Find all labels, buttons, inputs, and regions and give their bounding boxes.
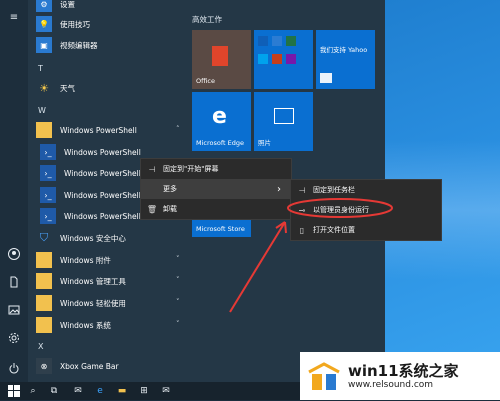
search-icon[interactable]: ⌕ xyxy=(27,385,39,397)
watermark-title: win11系统之家 xyxy=(348,361,459,380)
watermark-url: www.relsound.com xyxy=(348,379,434,390)
highlight-ellipse xyxy=(287,198,393,218)
store-taskbar-icon[interactable]: ⊞ xyxy=(138,385,150,397)
watermark-logo-icon xyxy=(306,358,342,394)
mail-taskbar-icon[interactable]: ✉ xyxy=(160,385,172,397)
watermark-text: win11系统之家 www.relsound.com xyxy=(348,361,459,390)
windows-start-icon[interactable] xyxy=(8,385,20,397)
file-explorer-icon[interactable]: ▬ xyxy=(116,385,128,397)
annotation-arrow xyxy=(229,221,286,313)
watermark: win11系统之家 www.relsound.com xyxy=(300,352,500,400)
edge-taskbar-icon[interactable]: e xyxy=(94,385,106,397)
task-view-icon[interactable]: ⧉ xyxy=(48,385,60,397)
annotation-overlay xyxy=(229,198,393,313)
chat-icon[interactable]: ✉ xyxy=(72,385,84,397)
